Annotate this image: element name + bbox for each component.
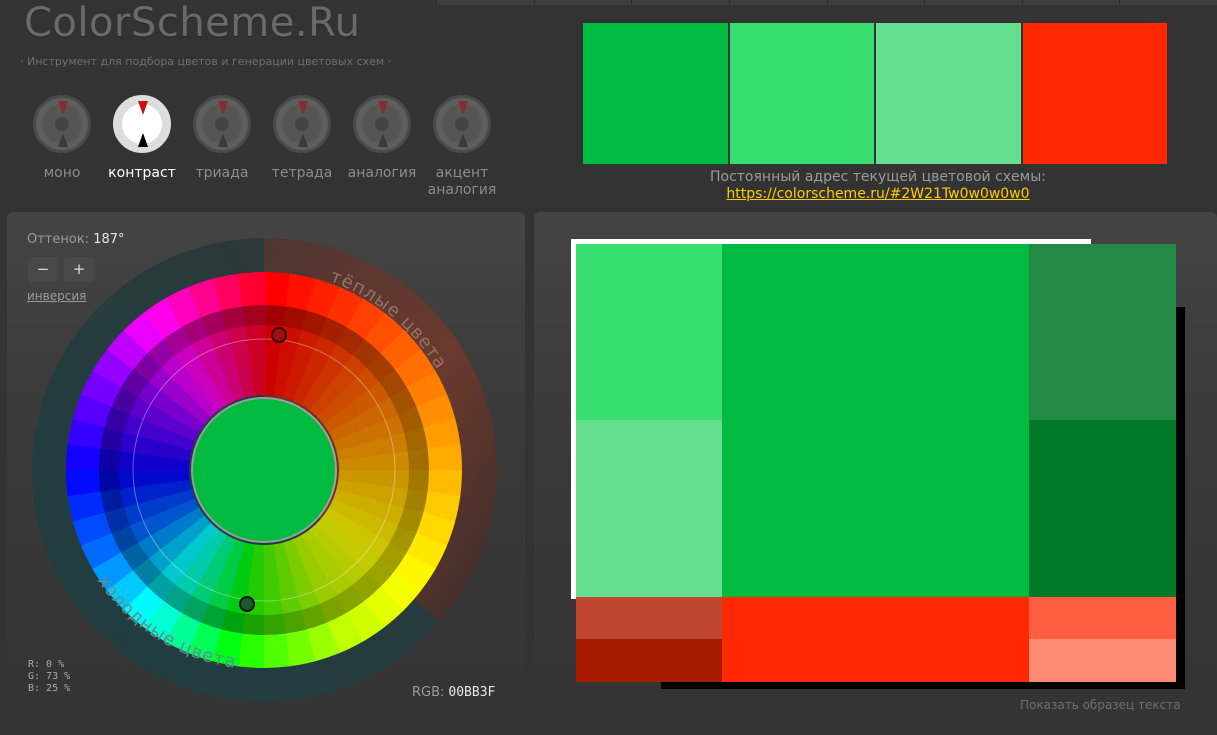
rgb-hex-label: RGB: [412,685,445,700]
permalink-label: Постоянный адрес текущей цветовой схемы: [709,169,1046,185]
preview-accent-darker[interactable] [576,639,722,682]
mode-label: триада [195,165,249,181]
mode-label: контраст [108,165,176,181]
show-text-sample-link[interactable]: Показать образец текста [1020,698,1181,712]
color-palette [583,23,1167,164]
preview-main-darker[interactable] [1029,420,1176,597]
rgb-r-percent: R: 0 % [28,659,65,670]
scheme-preview [571,239,1185,689]
palette-swatch-3[interactable] [876,23,1021,164]
mode-marker-bottom [58,133,68,147]
preview-main-lighter[interactable] [576,420,722,597]
palette-swatch-2[interactable] [729,23,874,164]
mono-scheme-icon [33,95,91,153]
wheel-center-swatch [193,399,335,541]
rgb-hex-value[interactable]: 00BB3F [448,685,495,700]
rgb-percentages: R: 0 % G: 73 % B: 25 % [28,659,70,695]
mode-triad[interactable]: триада [182,95,262,182]
mode-marker-top [138,101,148,115]
hue-handle-contrast[interactable] [271,327,287,343]
mode-label: акцент аналогия [427,165,497,198]
mode-marker-top [458,101,468,115]
preview-accent-lighter[interactable] [1029,639,1176,682]
mode-marker-bottom [378,133,388,147]
mode-mono[interactable]: моно [22,95,102,182]
preview-accent[interactable] [722,597,1029,682]
rgb-g-percent: G: 73 % [28,671,71,682]
palette-swatch-4[interactable] [1022,23,1167,164]
mode-contrast[interactable]: контраст [102,95,182,182]
top-strip [436,0,1217,5]
mode-label: моно [43,165,81,181]
rgb-hex-readout: RGB: 00BB3F [412,685,495,700]
mode-analogy[interactable]: аналогия [342,95,422,182]
mode-marker-top [298,101,308,115]
preview-main-light[interactable] [576,244,722,420]
rgb-b-percent: B: 25 % [28,683,71,694]
triad-scheme-icon [193,95,251,153]
mode-accent-analogy[interactable]: акцент аналогия [422,95,502,199]
mode-marker-bottom [218,133,228,147]
mode-label: тетрада [271,165,333,181]
contrast-scheme-icon [113,95,171,153]
preview-main-dark[interactable] [1029,244,1176,420]
hue-handle-main[interactable] [239,596,255,612]
mode-marker-bottom [298,133,308,147]
accent-analogy-scheme-icon [433,95,491,153]
mode-marker-bottom [138,133,148,147]
mode-marker-top [58,101,68,115]
mode-marker-top [378,101,388,115]
mode-marker-bottom [458,133,468,147]
color-wheel[interactable]: тёплые цвета холодные цвета [30,236,498,704]
preview-accent-light[interactable] [1029,597,1176,639]
scheme-mode-selector: моно контраст триада тетрада аналогия акцент … [30,95,510,205]
site-logo[interactable]: ColorScheme.Ru [24,0,360,46]
tetrad-scheme-icon [273,95,331,153]
mode-marker-top [218,101,228,115]
site-tagline: · Инструмент для подбора цветов и генера… [20,55,392,68]
analogy-scheme-icon [353,95,411,153]
mode-label: аналогия [347,165,417,181]
palette-swatch-1[interactable] [583,23,728,164]
permalink-link[interactable]: https://colorscheme.ru/#2W21Tw0w0w0w0 [583,186,1173,202]
mode-tetrad[interactable]: тетрада [262,95,342,182]
preview-accent-dark[interactable] [576,597,722,639]
preview-main[interactable] [722,244,1029,597]
